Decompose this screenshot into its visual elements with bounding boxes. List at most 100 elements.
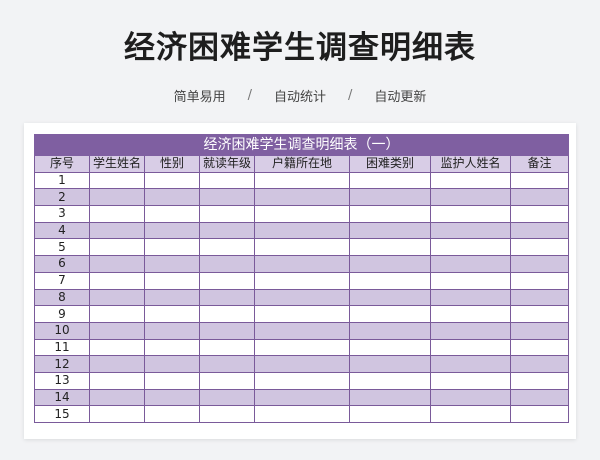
table-cell[interactable] [199,171,255,190]
table-cell[interactable] [144,171,200,190]
table-cell[interactable] [89,305,145,323]
table-cell[interactable] [510,271,569,290]
table-cell[interactable] [349,205,431,223]
table-cell[interactable] [144,271,200,290]
table-cell[interactable] [430,205,511,223]
table-cell[interactable] [199,355,255,373]
table-cell[interactable] [510,205,569,223]
table-cell[interactable] [199,371,255,390]
table-cell[interactable] [430,321,511,340]
table-cell[interactable] [510,321,569,340]
table-cell[interactable] [254,205,350,223]
table-cell[interactable] [89,371,145,390]
table-cell[interactable] [254,221,350,240]
table-cell[interactable] [89,221,145,240]
table-cell[interactable] [430,238,511,257]
table-cell[interactable] [144,238,200,257]
table-cell[interactable] [144,188,200,207]
table-cell[interactable] [430,221,511,240]
table-cell[interactable] [199,338,255,357]
table-cell[interactable] [349,255,431,273]
table-cell[interactable] [349,405,431,423]
table-cell[interactable] [254,171,350,190]
table-cell[interactable] [89,405,145,423]
table-cell[interactable] [254,405,350,423]
table-cell[interactable] [199,405,255,423]
table-cell[interactable] [144,255,200,273]
table-cell[interactable] [144,405,200,423]
table-cell[interactable] [430,288,511,307]
table-cell[interactable] [89,205,145,223]
table-cell[interactable] [254,288,350,307]
table-cell[interactable] [349,288,431,307]
table-cell[interactable] [89,238,145,257]
table-cell[interactable] [199,238,255,257]
table-cell[interactable] [89,288,145,307]
table-cell[interactable] [510,288,569,307]
table-cell[interactable] [89,338,145,357]
table-cell[interactable] [430,371,511,390]
table-cell[interactable] [349,238,431,257]
table-cell[interactable] [199,205,255,223]
table-cell[interactable] [430,271,511,290]
table-cell[interactable] [510,371,569,390]
table-cell[interactable] [254,371,350,390]
table-cell[interactable] [349,305,431,323]
table-cell[interactable] [349,321,431,340]
table-cell[interactable] [349,388,431,407]
table-cell[interactable] [510,388,569,407]
table-cell[interactable] [254,305,350,323]
table-cell[interactable] [144,355,200,373]
table-cell[interactable] [430,188,511,207]
table-cell[interactable] [144,288,200,307]
table-cell[interactable] [89,355,145,373]
table-cell[interactable] [89,321,145,340]
table-cell[interactable] [349,221,431,240]
table-cell[interactable] [89,271,145,290]
table-cell[interactable] [254,238,350,257]
table-cell[interactable] [89,388,145,407]
table-cell[interactable] [89,255,145,273]
table-cell[interactable] [254,271,350,290]
table-cell[interactable] [199,321,255,340]
table-cell[interactable] [510,305,569,323]
table-cell[interactable] [144,338,200,357]
table-cell[interactable] [144,305,200,323]
table-cell[interactable] [349,371,431,390]
table-cell[interactable] [199,188,255,207]
table-cell[interactable] [349,188,431,207]
table-cell[interactable] [510,238,569,257]
table-cell[interactable] [430,355,511,373]
table-cell[interactable] [199,221,255,240]
table-cell[interactable] [144,388,200,407]
table-cell[interactable] [430,405,511,423]
table-cell[interactable] [349,355,431,373]
table-cell[interactable] [510,405,569,423]
table-cell[interactable] [510,221,569,240]
table-cell[interactable] [254,321,350,340]
table-cell[interactable] [349,171,431,190]
table-cell[interactable] [199,388,255,407]
table-cell[interactable] [254,188,350,207]
table-cell[interactable] [144,205,200,223]
table-cell[interactable] [199,305,255,323]
table-cell[interactable] [510,171,569,190]
table-cell[interactable] [144,321,200,340]
table-cell[interactable] [510,338,569,357]
table-cell[interactable] [89,188,145,207]
table-cell[interactable] [144,371,200,390]
table-cell[interactable] [510,255,569,273]
table-cell[interactable] [254,255,350,273]
table-cell[interactable] [430,171,511,190]
table-cell[interactable] [89,171,145,190]
table-cell[interactable] [254,355,350,373]
table-cell[interactable] [199,255,255,273]
table-cell[interactable] [430,338,511,357]
table-cell[interactable] [199,288,255,307]
table-cell[interactable] [254,388,350,407]
table-cell[interactable] [510,355,569,373]
table-cell[interactable] [430,388,511,407]
table-cell[interactable] [144,221,200,240]
table-cell[interactable] [430,255,511,273]
table-cell[interactable] [349,271,431,290]
